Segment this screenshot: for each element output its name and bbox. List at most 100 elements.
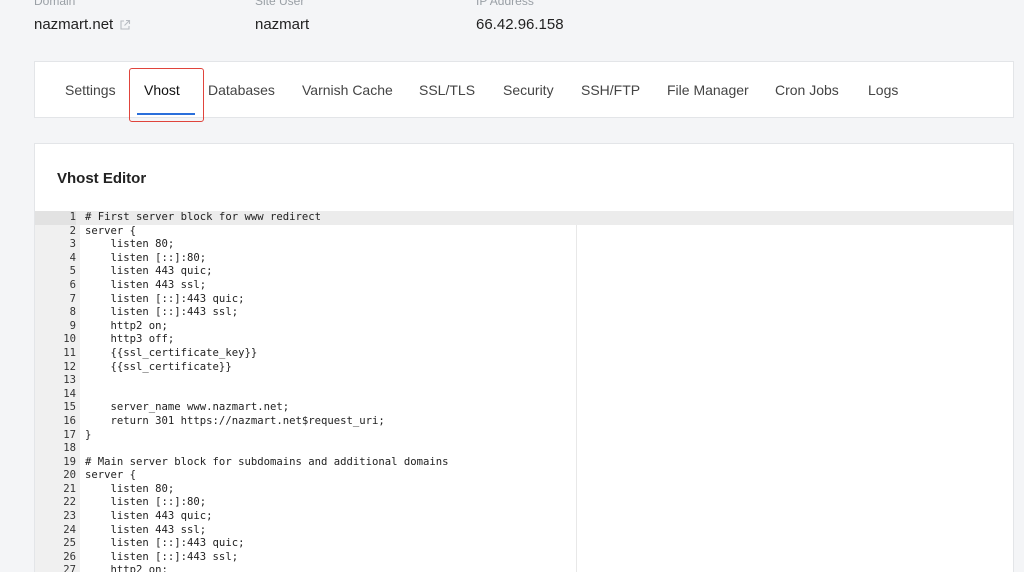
line-number: 19 — [63, 455, 76, 468]
line-number: 5 — [69, 265, 76, 278]
line-text[interactable]: listen 443 quic; — [85, 265, 213, 279]
code-line[interactable]: 12 {{ssl_certificate}} — [35, 361, 1013, 375]
code-line[interactable]: 16 return 301 https://nazmart.net$reques… — [35, 415, 1013, 429]
code-line[interactable]: 17} — [35, 429, 1013, 443]
line-text[interactable]: listen 80; — [85, 483, 175, 497]
line-text[interactable]: server_name www.nazmart.net; — [85, 401, 290, 415]
code-editor[interactable]: 1 # First server block for www redirect 2 s… — [35, 211, 1013, 572]
code-line[interactable]: 5 listen 443 quic; — [35, 265, 1013, 279]
line-text[interactable]: server { — [85, 469, 136, 483]
line-number: 6 — [69, 278, 76, 291]
editor-title: Vhost Editor — [57, 170, 147, 187]
line-text[interactable]: } — [85, 429, 91, 443]
tab-label: Databases — [208, 82, 275, 98]
line-number: 12 — [63, 360, 76, 373]
line-number: 18 — [63, 442, 76, 455]
code-line[interactable]: 13 — [35, 374, 1013, 388]
line-number: 23 — [63, 510, 76, 523]
line-number: 16 — [63, 414, 76, 427]
code-line[interactable]: 15 server_name www.nazmart.net; — [35, 401, 1013, 415]
code-line[interactable]: 11 {{ssl_certificate_key}} — [35, 347, 1013, 361]
line-text[interactable]: listen [::]:80; — [85, 496, 207, 510]
code-line[interactable]: 14 — [35, 388, 1013, 402]
tab-varnish-cache[interactable]: Varnish Cache — [302, 62, 393, 119]
tab-databases[interactable]: Databases — [208, 62, 275, 119]
line-text[interactable]: listen [::]:443 ssl; — [85, 306, 239, 320]
line-number: 1 — [35, 211, 76, 225]
active-tab-indicator — [137, 113, 195, 115]
tab-ssl-tls[interactable]: SSL/TLS — [419, 62, 475, 119]
line-text[interactable]: {{ssl_certificate}} — [85, 361, 232, 375]
code-line[interactable]: 7 listen [::]:443 quic; — [35, 293, 1013, 307]
line-text[interactable]: listen 80; — [85, 238, 175, 252]
code-line[interactable]: 20 server { — [35, 469, 1013, 483]
domain-value: nazmart.net — [34, 16, 131, 33]
line-text[interactable]: listen [::]:443 quic; — [85, 293, 245, 307]
tab-label: Vhost — [144, 82, 180, 98]
tab-label: Settings — [65, 82, 116, 98]
tab-ssh-ftp[interactable]: SSH/FTP — [581, 62, 640, 119]
code-line[interactable]: 10 http3 off; — [35, 333, 1013, 347]
line-text[interactable]: server { — [85, 225, 136, 239]
external-link-icon[interactable] — [119, 19, 131, 31]
line-number: 4 — [69, 251, 76, 264]
code-line[interactable]: 26 listen [::]:443 ssl; — [35, 551, 1013, 565]
code-line[interactable]: 23 listen 443 quic; — [35, 510, 1013, 524]
site-user-label: Site User — [255, 0, 305, 8]
line-text[interactable]: listen [::]:80; — [85, 252, 207, 266]
code-line[interactable]: 9 http2 on; — [35, 320, 1013, 334]
code-line[interactable]: 22 listen [::]:80; — [35, 496, 1013, 510]
line-number: 9 — [69, 319, 76, 332]
code-line[interactable]: 1 # First server block for www redirect — [35, 211, 1013, 225]
line-text[interactable]: listen 443 ssl; — [85, 524, 207, 538]
line-number: 15 — [63, 401, 76, 414]
domain-text[interactable]: nazmart.net — [34, 16, 113, 33]
code-line[interactable]: 4 listen [::]:80; — [35, 252, 1013, 266]
line-number: 26 — [63, 550, 76, 563]
tab-label: SSL/TLS — [419, 82, 476, 98]
code-line[interactable]: 19 # Main server block for subdomains and… — [35, 456, 1013, 470]
line-number: 24 — [63, 523, 76, 536]
line-number: 27 — [63, 564, 76, 572]
code-line[interactable]: 27 http2 on; — [35, 564, 1013, 572]
code-line[interactable]: 8 listen [::]:443 ssl; — [35, 306, 1013, 320]
code-line[interactable]: 25 listen [::]:443 quic; — [35, 537, 1013, 551]
line-text[interactable]: http2 on; — [85, 320, 168, 334]
tab-label: Security — [503, 82, 554, 98]
tab-vhost[interactable]: Vhost — [137, 62, 195, 119]
code-line[interactable]: 6 listen 443 ssl; — [35, 279, 1013, 293]
tab-label: Logs — [868, 82, 899, 98]
line-text[interactable]: # First server block for www redirect — [85, 211, 321, 225]
line-text[interactable]: http2 on; — [85, 564, 168, 572]
line-number: 13 — [63, 374, 76, 387]
line-text[interactable]: listen [::]:443 ssl; — [85, 551, 239, 565]
line-number: 7 — [69, 292, 76, 305]
line-number: 17 — [63, 428, 76, 441]
line-text[interactable]: return 301 https://nazmart.net$request_u… — [85, 415, 385, 429]
tab-security[interactable]: Security — [503, 62, 554, 119]
tab-logs[interactable]: Logs — [868, 62, 898, 119]
code-line[interactable]: 3 listen 80; — [35, 238, 1013, 252]
vhost-editor-card: Vhost Editor 1 # First server block for w… — [34, 143, 1014, 572]
code-lines[interactable]: 1 # First server block for www redirect 2 s… — [35, 211, 1013, 572]
line-number: 14 — [63, 387, 76, 400]
tab-cron-jobs[interactable]: Cron Jobs — [775, 62, 839, 119]
tab-bar: Settings Vhost Databases Varnish Cache S… — [34, 61, 1014, 118]
line-number: 8 — [69, 306, 76, 319]
line-text[interactable]: listen 443 ssl; — [85, 279, 207, 293]
line-text[interactable]: # Main server block for subdomains and a… — [85, 456, 449, 470]
tab-settings[interactable]: Settings — [65, 62, 116, 119]
code-line[interactable]: 24 listen 443 ssl; — [35, 524, 1013, 538]
code-line[interactable]: 2 server { — [35, 225, 1013, 239]
code-line[interactable]: 21 listen 80; — [35, 483, 1013, 497]
line-text[interactable]: listen [::]:443 quic; — [85, 537, 245, 551]
tab-file-manager[interactable]: File Manager — [667, 62, 749, 119]
line-number: 22 — [63, 496, 76, 509]
code-line[interactable]: 18 — [35, 442, 1013, 456]
line-text[interactable]: listen 443 quic; — [85, 510, 213, 524]
line-text[interactable]: http3 off; — [85, 333, 175, 347]
line-number: 3 — [69, 238, 76, 251]
line-text[interactable]: {{ssl_certificate_key}} — [85, 347, 258, 361]
tab-label: Varnish Cache — [302, 82, 393, 98]
tab-label: Cron Jobs — [775, 82, 839, 98]
